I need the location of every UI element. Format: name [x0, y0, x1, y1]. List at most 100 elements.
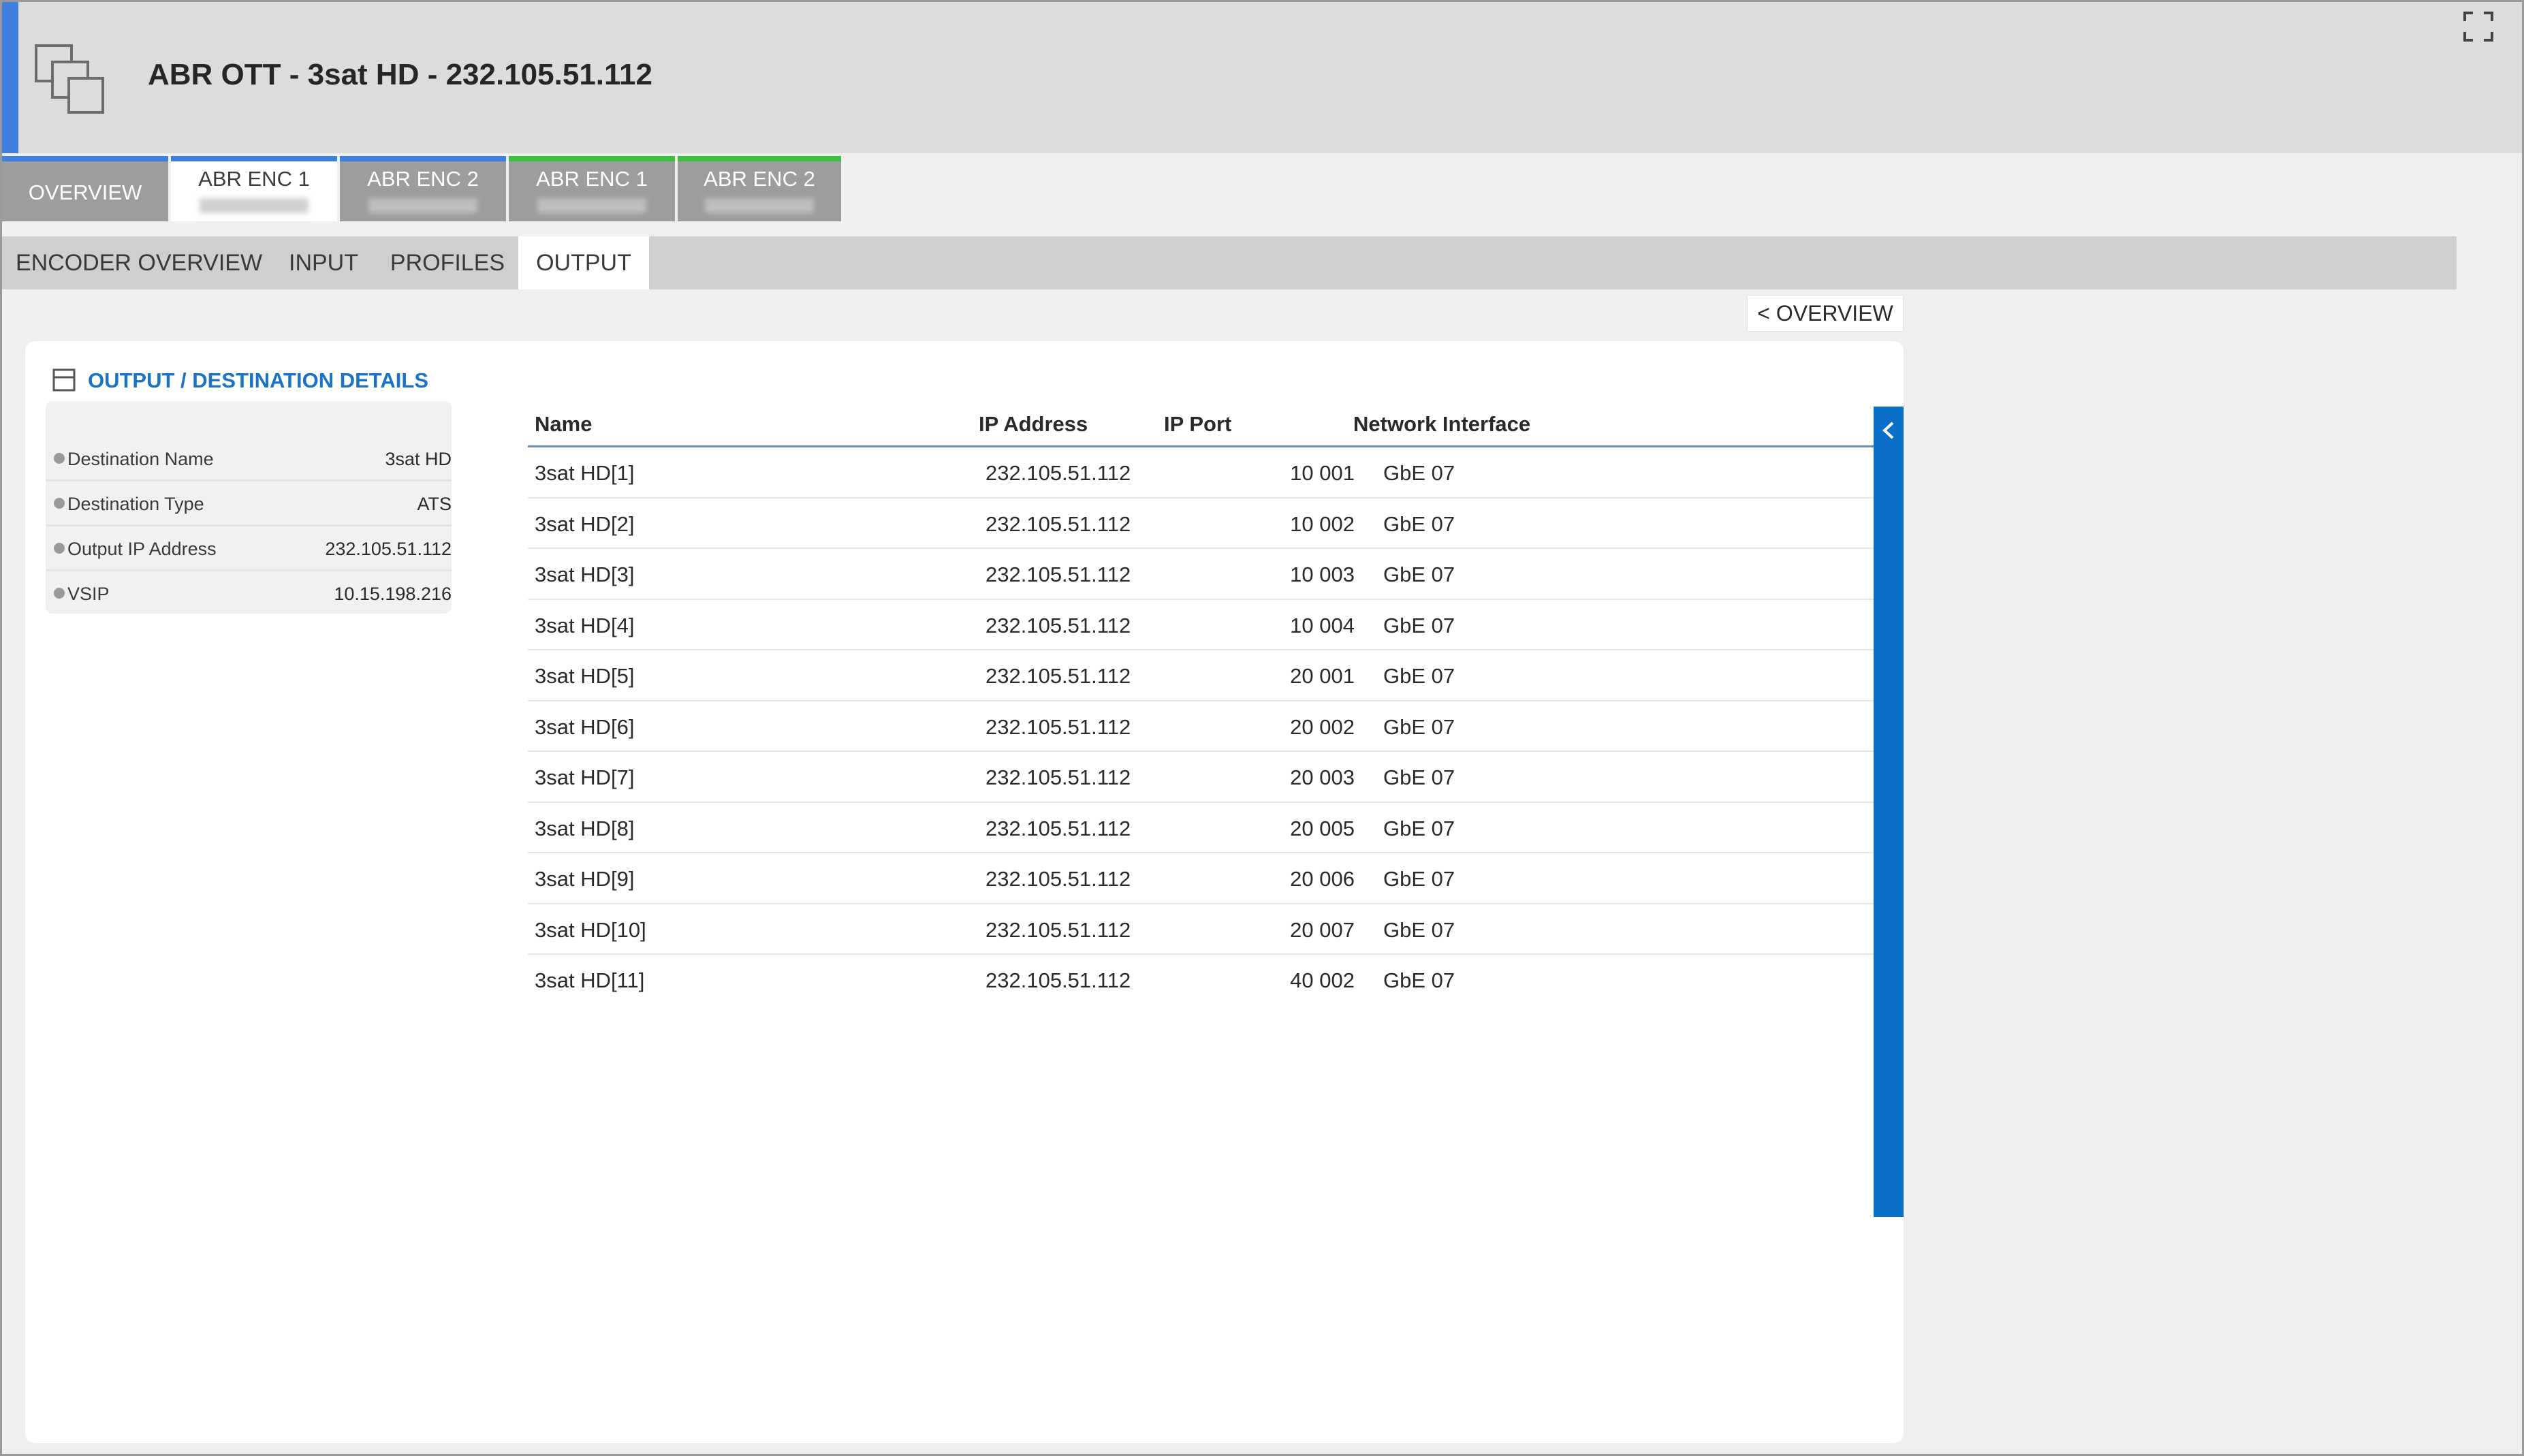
back-to-overview-button[interactable]: < OVERVIEW [1747, 295, 1904, 332]
chevron-left-icon[interactable] [1880, 420, 1897, 441]
bullet-icon [54, 543, 65, 554]
table-row[interactable]: 3sat HD[4] 232.105.51.112 10 004 GbE 07 [528, 600, 1890, 650]
tab-sublabel-redacted [705, 198, 814, 213]
tab-label: ABR ENC 2 [367, 167, 479, 191]
property-key: Output IP Address [67, 539, 217, 559]
app-window: ABR OTT - 3sat HD - 232.105.51.112 OVERV… [0, 0, 2524, 1456]
cell-name: 3sat HD[2] [535, 511, 635, 536]
column-header-name[interactable]: Name [535, 412, 592, 437]
tab-output[interactable]: OUTPUT [518, 236, 649, 289]
property-row: Destination Type ATS [46, 481, 452, 526]
cell-network-interface: GbE 07 [1383, 563, 1455, 586]
property-value: 3sat HD [385, 449, 452, 469]
tab-status-bar [678, 156, 841, 161]
tab-sublabel-redacted [368, 198, 477, 213]
cell-name: 3sat HD[7] [535, 765, 635, 789]
property-value: 10.15.198.216 [334, 584, 452, 604]
cell-network-interface: GbE 07 [1383, 867, 1455, 891]
cell-ip-port: 20 001 [1290, 664, 1355, 688]
tab-abr-enc-2-primary[interactable]: ABR ENC 2 [340, 156, 506, 221]
section-title: OUTPUT / DESTINATION DETAILS [88, 368, 429, 392]
cell-ip-address: 232.105.51.112 [985, 968, 1131, 992]
tab-status-bar [2, 156, 168, 161]
page-title: ABR OTT - 3sat HD - 232.105.51.112 [148, 58, 652, 91]
output-details-panel: OUTPUT / DESTINATION DETAILS Destination… [25, 341, 1904, 1443]
column-header-network-interface[interactable]: Network Interface [1353, 412, 1530, 437]
cell-ip-port: 20 006 [1290, 867, 1355, 891]
property-row: Destination Name 3sat HD [46, 437, 452, 481]
page-header: ABR OTT - 3sat HD - 232.105.51.112 [2, 2, 2522, 153]
column-header-ip-port[interactable]: IP Port [1164, 412, 1231, 437]
destination-properties: Destination Name 3sat HD Destination Typ… [46, 401, 452, 614]
table-row[interactable]: 3sat HD[2] 232.105.51.112 10 002 GbE 07 [528, 498, 1890, 549]
tab-label: ABR ENC 2 [704, 167, 815, 191]
cell-name: 3sat HD[11] [535, 968, 645, 992]
cell-ip-address: 232.105.51.112 [985, 461, 1131, 485]
bullet-icon [54, 498, 65, 509]
table-row[interactable]: 3sat HD[5] 232.105.51.112 20 001 GbE 07 [528, 650, 1890, 701]
cell-name: 3sat HD[1] [535, 461, 635, 485]
tab-label: ABR ENC 1 [536, 167, 648, 191]
cell-ip-port: 10 002 [1290, 511, 1355, 536]
table-row[interactable]: 3sat HD[8] 232.105.51.112 20 005 GbE 07 [528, 803, 1890, 853]
property-key: Destination Type [67, 494, 204, 514]
cell-name: 3sat HD[3] [535, 563, 635, 586]
cell-name: 3sat HD[4] [535, 613, 635, 637]
column-header-ip-address[interactable]: IP Address [979, 412, 1088, 437]
cell-ip-port: 40 002 [1290, 968, 1355, 992]
cell-ip-address: 232.105.51.112 [985, 613, 1131, 637]
property-value: ATS [417, 494, 452, 514]
tab-sublabel-redacted [537, 198, 646, 213]
table-row[interactable]: 3sat HD[9] 232.105.51.112 20 006 GbE 07 [528, 853, 1890, 904]
cell-ip-port: 20 002 [1290, 714, 1355, 739]
cell-name: 3sat HD[9] [535, 867, 635, 891]
tab-label: ABR ENC 1 [198, 167, 310, 191]
sub-tab-bar: ENCODER OVERVIEW INPUT PROFILES OUTPUT [2, 236, 2457, 289]
node-group-icon [35, 44, 104, 114]
cell-ip-port: 10 001 [1290, 461, 1355, 485]
cell-ip-address: 232.105.51.112 [985, 765, 1131, 789]
cell-ip-address: 232.105.51.112 [985, 563, 1131, 586]
tab-overview[interactable]: OVERVIEW [2, 156, 168, 221]
table-row[interactable]: 3sat HD[11] 232.105.51.112 40 002 GbE 07 [528, 955, 1890, 1006]
property-key: VSIP [67, 584, 110, 604]
tab-abr-enc-1-primary[interactable]: ABR ENC 1 [171, 156, 337, 221]
property-row: VSIP 10.15.198.216 [46, 571, 452, 616]
cell-network-interface: GbE 07 [1383, 664, 1455, 688]
table-row[interactable]: 3sat HD[1] 232.105.51.112 10 001 GbE 07 [528, 447, 1890, 498]
tab-abr-enc-2-backup[interactable]: ABR ENC 2 [678, 156, 841, 221]
cell-ip-port: 10 004 [1290, 613, 1355, 637]
fullscreen-icon[interactable] [2462, 10, 2495, 43]
header-accent-bar [2, 2, 18, 153]
table-row[interactable]: 3sat HD[10] 232.105.51.112 20 007 GbE 07 [528, 904, 1890, 955]
tab-status-bar [171, 156, 337, 161]
cell-name: 3sat HD[5] [535, 664, 635, 688]
table-row[interactable]: 3sat HD[7] 232.105.51.112 20 003 GbE 07 [528, 752, 1890, 803]
collapse-icon[interactable] [52, 368, 76, 392]
cell-network-interface: GbE 07 [1383, 917, 1455, 942]
cell-network-interface: GbE 07 [1383, 511, 1455, 536]
table-row[interactable]: 3sat HD[6] 232.105.51.112 20 002 GbE 07 [528, 701, 1890, 752]
bullet-icon [54, 453, 65, 464]
cell-network-interface: GbE 07 [1383, 765, 1455, 789]
cell-ip-address: 232.105.51.112 [985, 917, 1131, 942]
cell-ip-port: 10 003 [1290, 563, 1355, 586]
output-table: Name IP Address IP Port Network Interfac… [528, 408, 1890, 1006]
cell-name: 3sat HD[6] [535, 714, 635, 739]
tab-profiles[interactable]: PROFILES [381, 236, 514, 289]
tab-abr-enc-1-backup[interactable]: ABR ENC 1 [509, 156, 675, 221]
side-panel-toggle[interactable] [1874, 407, 1904, 1217]
cell-network-interface: GbE 07 [1383, 613, 1455, 637]
cell-network-interface: GbE 07 [1383, 714, 1455, 739]
tab-status-bar [509, 156, 675, 161]
cell-ip-port: 20 003 [1290, 765, 1355, 789]
bullet-icon [54, 588, 65, 599]
tab-input[interactable]: INPUT [277, 236, 370, 289]
cell-ip-address: 232.105.51.112 [985, 664, 1131, 688]
tab-encoder-overview[interactable]: ENCODER OVERVIEW [6, 236, 272, 289]
property-value: 232.105.51.112 [325, 539, 452, 559]
cell-name: 3sat HD[10] [535, 917, 646, 942]
cell-ip-port: 20 005 [1290, 816, 1355, 840]
table-row[interactable]: 3sat HD[3] 232.105.51.112 10 003 GbE 07 [528, 549, 1890, 600]
cell-ip-address: 232.105.51.112 [985, 511, 1131, 536]
